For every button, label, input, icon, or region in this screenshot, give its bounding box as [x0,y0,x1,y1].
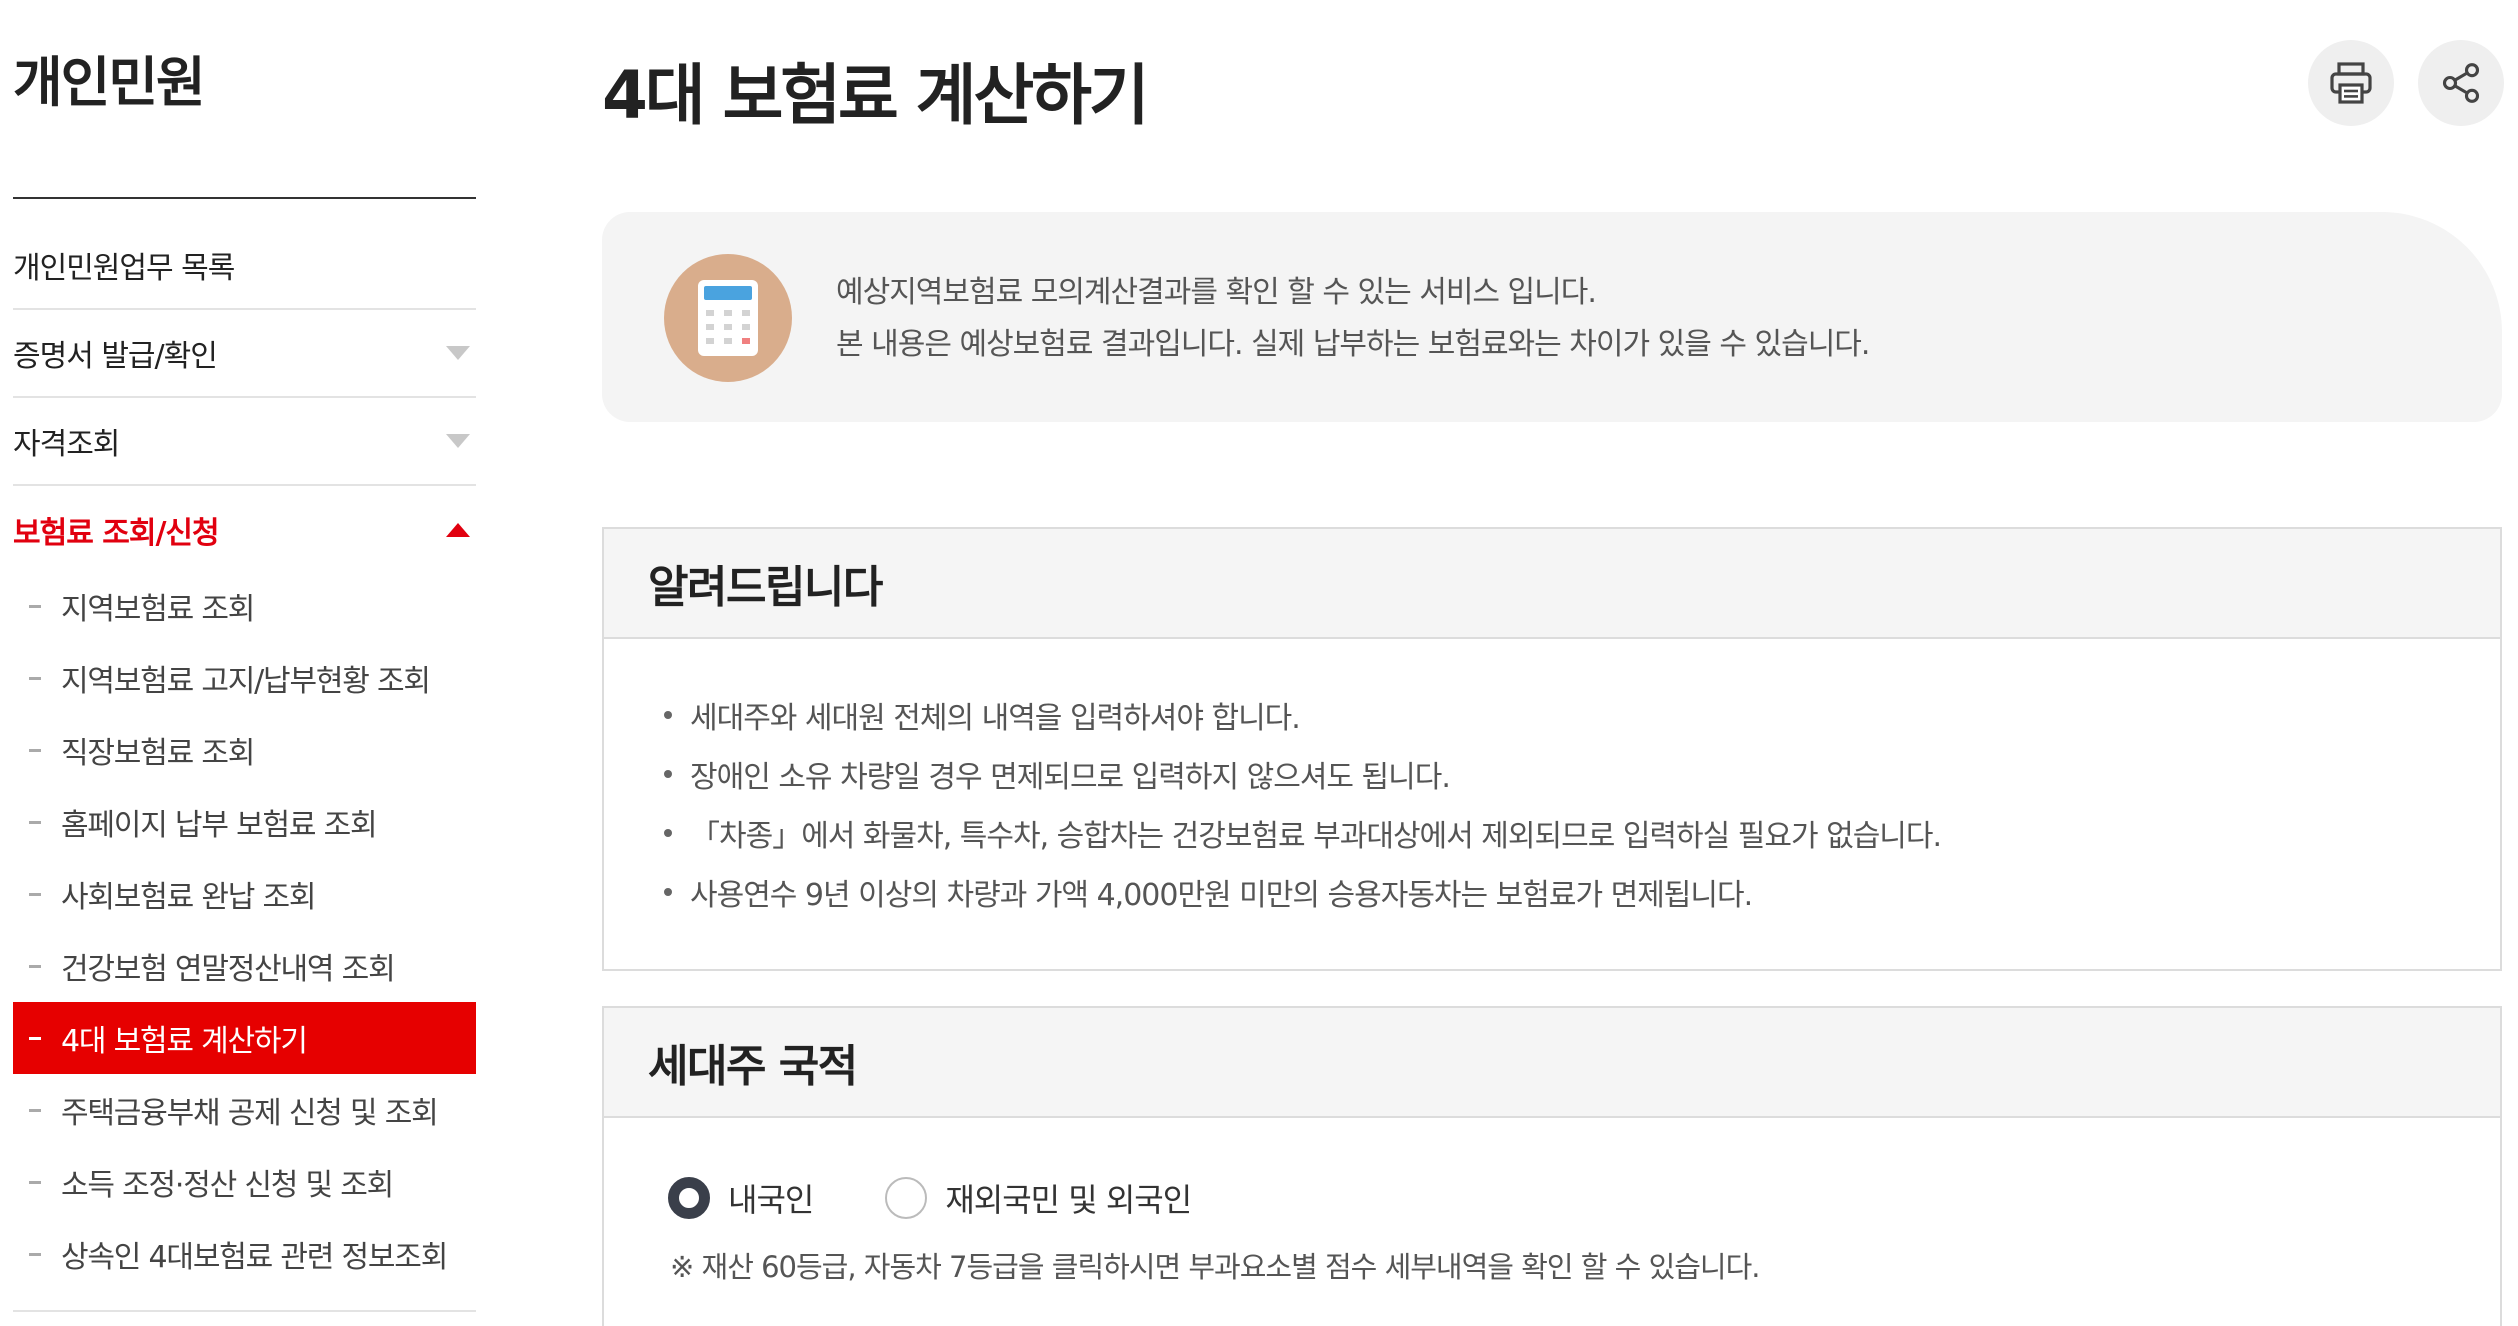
notice-item-text: 사용연수 9년 이상의 차량과 가액 4,000만원 미만의 승용자동차는 보험… [690,877,1753,913]
notice-item: 사용연수 9년 이상의 차량과 가액 4,000만원 미만의 승용자동차는 보험… [664,862,2500,921]
submenu-item-label: 지역보험료 조회 [61,592,255,627]
sidebar-item-certificates[interactable]: 증명서 발급/확인 [13,310,476,398]
radio-unchecked-icon[interactable] [885,1177,928,1219]
sidebar-menu: 개인민원업무 목록 증명서 발급/확인 자격조회 보험료 조회/신청 [13,222,476,574]
notice-title: 알려드립니다 [604,529,2500,639]
submenu-item-label: 주택금융부채 공제 신청 및 조회 [61,1096,439,1131]
submenu-item[interactable]: 소득 조정·정산 신청 및 조회 [13,1146,476,1218]
notice-list: 세대주와 세대원 전체의 내역을 입력하셔야 합니다. 장애인 소유 차량일 경… [604,639,2500,921]
submenu-item[interactable]: 직장보험료 조회 [13,714,476,786]
chevron-up-icon [446,523,470,537]
sidebar-item-label: 증명서 발급/확인 [13,339,218,374]
submenu-item[interactable]: 사회보험료 완납 조회 [13,858,476,930]
notice-item-text: 「차종」에서 화물차, 특수차, 승합차는 건강보험료 부과대상에서 제외되므로… [690,818,1942,854]
submenu-item[interactable]: 주택금융부채 공제 신청 및 조회 [13,1074,476,1146]
submenu-item-label: 상속인 4대보험료 관련 정보조회 [61,1240,448,1275]
notice-item: 「차종」에서 화물차, 특수차, 승합차는 건강보험료 부과대상에서 제외되므로… [664,803,2500,862]
chevron-down-icon [446,346,470,360]
sidebar-item-label: 개인민원업무 목록 [13,251,235,286]
bullet-icon [664,828,672,837]
dash-icon [29,820,41,824]
dash-icon [29,1108,41,1112]
sidebar-item-eligibility[interactable]: 자격조회 [13,398,476,486]
info-banner: 예상지역보험료 모의계산결과를 확인 할 수 있는 서비스 입니다. 본 내용은… [602,212,2502,422]
dash-icon [29,892,41,896]
page-title: 4대 보험료 계산하기 [602,57,1150,134]
submenu-item-label: 직장보험료 조회 [61,736,255,771]
nationality-title: 세대주 국적 [604,1008,2500,1118]
banner-text: 예상지역보험료 모의계산결과를 확인 할 수 있는 서비스 입니다. 본 내용은… [836,267,1870,371]
chevron-down-icon [446,434,470,448]
notice-item-text: 세대주와 세대원 전체의 내역을 입력하셔야 합니다. [690,700,1301,736]
submenu-item-label: 홈페이지 납부 보험료 조회 [61,808,378,843]
print-button[interactable] [2308,40,2394,126]
sidebar-item-label: 자격조회 [13,427,120,462]
submenu-item[interactable]: 건강보험 연말정산내역 조회 [13,930,476,1002]
calculator-icon [664,254,792,382]
sidebar-divider [13,197,476,199]
banner-line-2: 본 내용은 예상보험료 결과입니다. 실제 납부하는 보험료와는 차이가 있을 … [836,327,1870,362]
submenu-item[interactable]: 지역보험료 고지/납부현황 조회 [13,642,476,714]
submenu-item[interactable]: 홈페이지 납부 보험료 조회 [13,786,476,858]
submenu-item-label: 사회보험료 완납 조회 [61,880,316,915]
submenu-item-label: 지역보험료 고지/납부현황 조회 [61,664,431,699]
dash-icon [29,676,41,680]
sidebar-title: 개인민원 [13,51,206,114]
radio-foreign[interactable]: 재외국민 및 외국인 [885,1175,1192,1221]
dash-icon [29,1036,41,1040]
bullet-icon [664,710,672,719]
submenu-item-label: 소득 조정·정산 신청 및 조회 [61,1168,394,1203]
share-button[interactable] [2418,40,2504,126]
dash-icon [29,964,41,968]
banner-line-1: 예상지역보험료 모의계산결과를 확인 할 수 있는 서비스 입니다. [836,275,1597,310]
dash-icon [29,1180,41,1184]
sidebar-item-label: 보험료 조회/신청 [13,516,220,551]
dash-icon [29,748,41,752]
notice-item: 세대주와 세대원 전체의 내역을 입력하셔야 합니다. [664,685,2500,744]
notice-box: 알려드립니다 세대주와 세대원 전체의 내역을 입력하셔야 합니다. 장애인 소… [602,527,2502,971]
radio-checked-icon[interactable] [668,1177,710,1219]
submenu-item-label: 건강보험 연말정산내역 조회 [61,952,396,987]
nationality-note: ※ 재산 60등급, 자동차 7등급을 클릭하시면 부과요소별 점수 세부내역을… [670,1250,1761,1284]
sidebar-item-premium[interactable]: 보험료 조회/신청 [13,486,476,574]
submenu-item[interactable]: 상속인 4대보험료 관련 정보조회 [13,1218,476,1290]
notice-item-text: 장애인 소유 차량일 경우 면제되므로 입력하지 않으셔도 됩니다. [690,759,1451,795]
nationality-box: 세대주 국적 내국인 재외국민 및 외국인 ※ 재산 60등급, 자동차 7등급… [602,1006,2502,1326]
bullet-icon [664,887,672,896]
sidebar-item-civil-list[interactable]: 개인민원업무 목록 [13,222,476,310]
radio-label: 내국인 [728,1181,814,1219]
sidebar-submenu: 지역보험료 조회 지역보험료 고지/납부현황 조회 직장보험료 조회 홈페이지 … [13,570,476,1312]
dash-icon [29,1252,41,1256]
bullet-icon [664,769,672,778]
dash-icon [29,604,41,608]
sidebar-bottom-divider [13,1310,476,1312]
nationality-radio-group: 내국인 재외국민 및 외국인 [668,1175,1263,1221]
submenu-item-label: 4대 보험료 계산하기 [61,1024,308,1059]
print-icon [2330,62,2372,104]
submenu-item[interactable]: 지역보험료 조회 [13,570,476,642]
notice-item: 장애인 소유 차량일 경우 면제되므로 입력하지 않으셔도 됩니다. [664,744,2500,803]
share-icon [2442,63,2480,103]
radio-domestic[interactable]: 내국인 [668,1175,814,1221]
radio-label: 재외국민 및 외국인 [945,1181,1192,1219]
submenu-item-active[interactable]: 4대 보험료 계산하기 [13,1002,476,1074]
